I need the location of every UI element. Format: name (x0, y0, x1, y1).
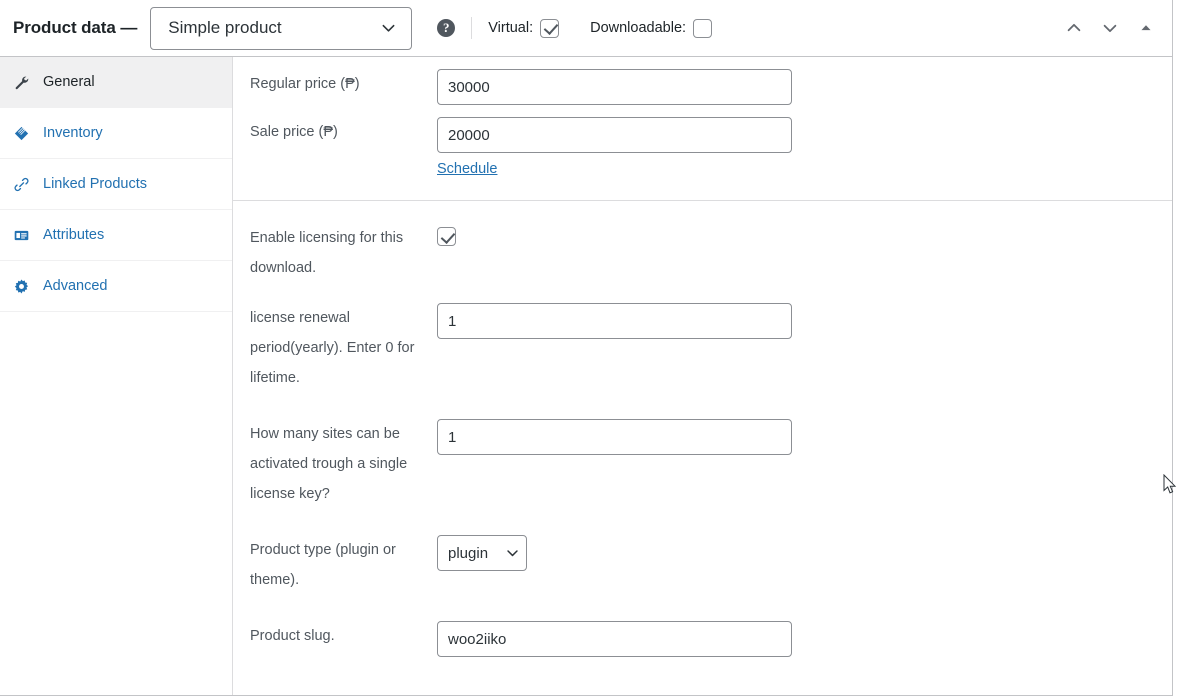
product-slug-input[interactable] (437, 621, 792, 657)
panel-body: General Inventory Linked Products Attrib… (0, 57, 1172, 695)
panel-header: Product data — Simple product ? Virtual:… (0, 0, 1172, 57)
downloadable-checkbox-group: Downloadable: (590, 18, 713, 38)
chevron-down-icon (506, 547, 519, 560)
pricing-field-group: Regular price (₱) Sale price (₱) Schedul… (233, 57, 1172, 200)
renewal-period-input[interactable] (437, 303, 792, 339)
enable-licensing-row: Enable licensing for this download. (233, 223, 1172, 283)
virtual-checkbox[interactable] (540, 18, 560, 38)
product-slug-row: Product slug. (233, 621, 1172, 657)
product-slug-label: Product slug. (250, 628, 335, 644)
product-type-label: Product type (plugin or theme). (250, 542, 396, 588)
regular-price-label: Regular price (₱) (250, 76, 360, 92)
product-type-plugin-value: plugin (448, 544, 489, 562)
panel-header-controls (1061, 15, 1159, 41)
inventory-icon (13, 125, 35, 142)
product-type-plugin-select[interactable]: plugin (437, 535, 527, 571)
sidebar-item-inventory[interactable]: Inventory (0, 108, 232, 159)
regular-price-input[interactable] (437, 69, 792, 105)
sidebar-item-label: Linked Products (43, 176, 147, 192)
site-activations-input[interactable] (437, 419, 792, 455)
renewal-period-label: license renewal period(yearly). Enter 0 … (250, 310, 415, 386)
move-down-button[interactable] (1097, 15, 1123, 41)
move-up-button[interactable] (1061, 15, 1087, 41)
licensing-field-group: Enable licensing for this download. lice… (233, 200, 1172, 679)
sidebar-item-label: Advanced (43, 278, 108, 294)
sale-price-row: Sale price (₱) Schedule (233, 117, 1172, 178)
link-icon (13, 176, 35, 193)
regular-price-row: Regular price (₱) (233, 69, 1172, 105)
sidebar-item-label: Inventory (43, 125, 103, 141)
downloadable-label: Downloadable: (590, 20, 687, 36)
virtual-checkbox-group: Virtual: (488, 18, 560, 38)
site-activations-row: How many sites can be activated trough a… (233, 419, 1172, 509)
sidebar-item-attributes[interactable]: Attributes (0, 210, 232, 261)
enable-licensing-checkbox[interactable] (437, 227, 456, 246)
product-type-select[interactable]: Simple product (150, 6, 413, 50)
sidebar-item-advanced[interactable]: Advanced (0, 261, 232, 312)
product-data-form: Regular price (₱) Sale price (₱) Schedul… (233, 57, 1172, 695)
product-type-select-value: Simple product (168, 18, 282, 37)
sidebar-item-linked-products[interactable]: Linked Products (0, 159, 232, 210)
virtual-label: Virtual: (488, 20, 534, 36)
site-activations-label: How many sites can be activated trough a… (250, 426, 408, 502)
sidebar-item-label: Attributes (43, 227, 105, 243)
gear-icon (13, 278, 35, 295)
toggle-panel-button[interactable] (1133, 15, 1159, 41)
wrench-icon (13, 74, 35, 91)
header-divider (471, 17, 473, 39)
enable-licensing-label: Enable licensing for this download. (250, 230, 404, 276)
schedule-link[interactable]: Schedule (437, 161, 497, 177)
renewal-period-row: license renewal period(yearly). Enter 0 … (233, 303, 1172, 393)
page-title: Product data — (13, 18, 138, 37)
sale-price-label: Sale price (₱) (250, 124, 338, 140)
downloadable-checkbox[interactable] (693, 18, 713, 38)
product-data-tabs: General Inventory Linked Products Attrib… (0, 57, 233, 695)
sidebar-item-label: General (43, 74, 95, 90)
attributes-icon (13, 227, 35, 244)
product-type-row: Product type (plugin or theme). plugin (233, 535, 1172, 595)
sale-price-input[interactable] (437, 117, 792, 153)
product-data-panel: Product data — Simple product ? Virtual:… (0, 0, 1173, 696)
sidebar-item-general[interactable]: General (0, 57, 232, 108)
chevron-down-icon (381, 21, 396, 36)
help-icon[interactable]: ? (437, 19, 456, 37)
